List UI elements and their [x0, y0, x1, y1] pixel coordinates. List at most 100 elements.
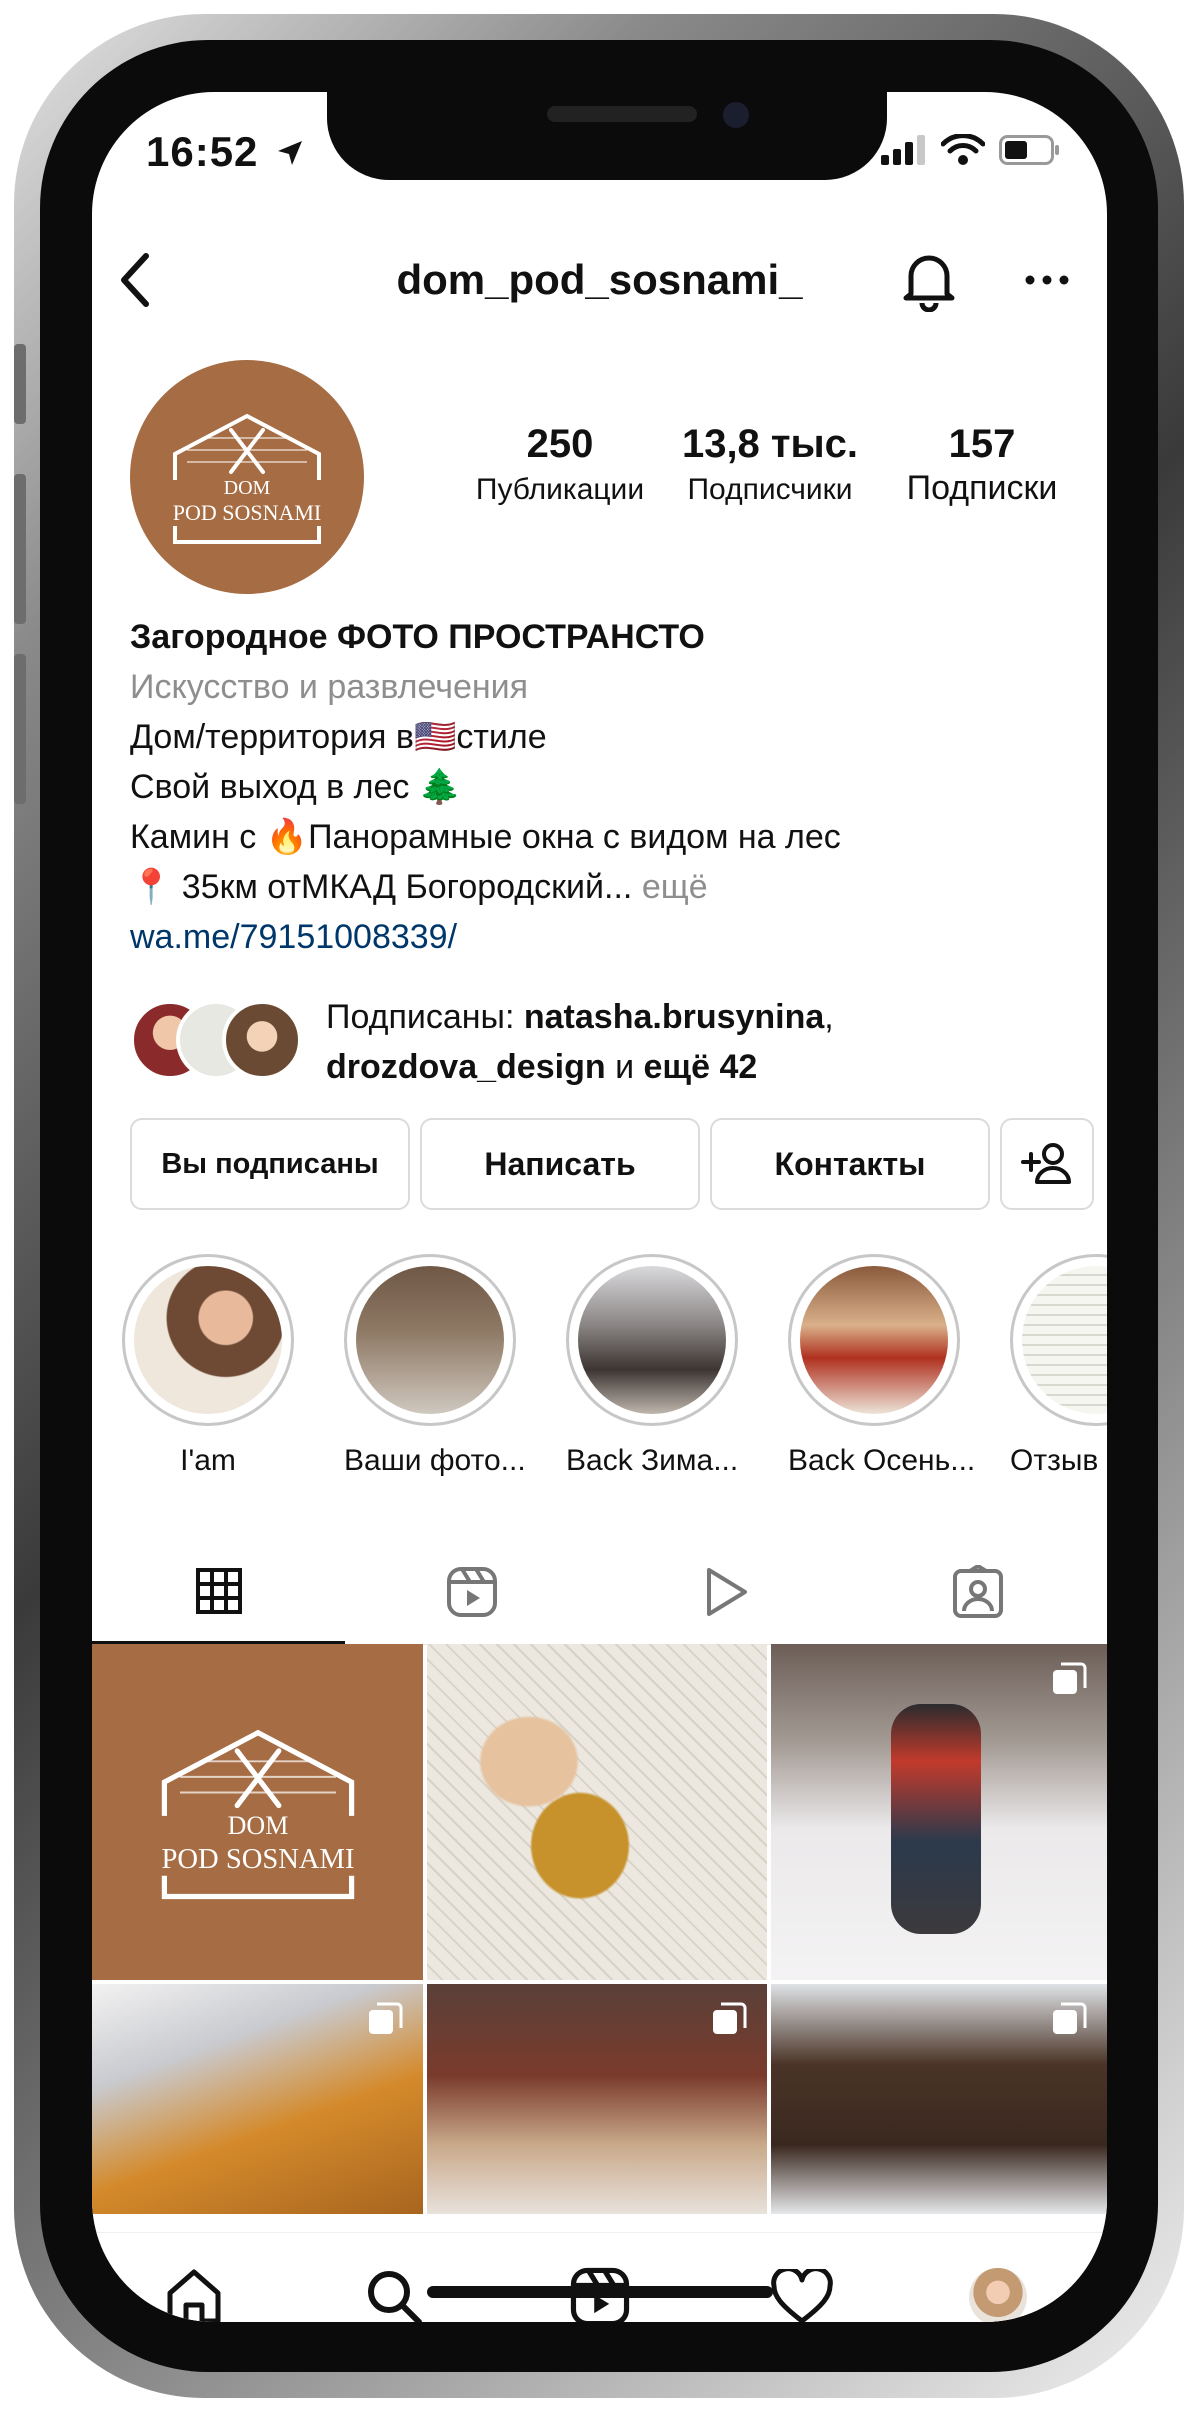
tree-icon: 🌲 — [418, 768, 462, 806]
nav-profile[interactable] — [958, 2257, 1038, 2322]
mute-switch — [14, 344, 26, 424]
bio-line-text: Камин с — [130, 818, 257, 856]
nav-home[interactable] — [154, 2257, 234, 2322]
grid-post[interactable] — [771, 1644, 1107, 1980]
stat-following[interactable]: 157 Подписки — [882, 422, 1082, 508]
stat-posts-label: Публикации — [475, 473, 645, 506]
bottom-navigation — [92, 2232, 1107, 2322]
cellular-signal-icon — [881, 135, 925, 165]
highlight-label: Ваши фото... — [344, 1444, 526, 1477]
home-icon — [167, 2269, 221, 2322]
carousel-icon — [369, 2002, 403, 2034]
bio-line: Камин с 🔥Панорамные окна с видом на лес — [130, 812, 1070, 862]
highlight-label: Back Осень... — [788, 1444, 976, 1477]
grid-post[interactable] — [427, 1644, 767, 1980]
followed-by-prefix: Подписаны: — [326, 998, 515, 1036]
contacts-button[interactable]: Контакты — [710, 1118, 990, 1210]
highlight-cover — [1022, 1266, 1107, 1414]
bio-website-link[interactable]: wa.me/79151008339/ — [130, 912, 1070, 962]
stat-posts[interactable]: 250 Публикации — [460, 422, 660, 507]
profile-avatar[interactable]: DOM POD SOSNAMI — [130, 360, 364, 594]
heart-icon — [771, 2269, 833, 2322]
highlight-cover — [578, 1266, 726, 1414]
highlight-label: Back Зима... — [566, 1444, 739, 1477]
tab-videos[interactable] — [598, 1540, 851, 1644]
highlight-item[interactable]: Back Осень... — [788, 1254, 976, 1478]
stat-following-value: 157 — [948, 422, 1016, 466]
followed-by-rest[interactable]: ещё 42 — [644, 1048, 758, 1086]
screen: 16:52 dom_pod_sosnami_ DOM POD SOSNAMI 2… — [92, 92, 1107, 2322]
status-time-text: 16:52 — [146, 128, 259, 175]
highlight-ring — [344, 1254, 516, 1426]
bio-line-text: 35км отМКАД Богородский... — [181, 868, 633, 906]
highlight-item[interactable]: Back Зима... — [566, 1254, 738, 1478]
highlight-item[interactable]: I'am — [122, 1254, 294, 1478]
tab-posts[interactable] — [92, 1540, 345, 1644]
stat-posts-value: 250 — [526, 422, 594, 466]
highlight-cover — [800, 1266, 948, 1414]
us-flag-icon: 🇺🇸 — [413, 718, 457, 756]
profile-bio: Загородное ФОТО ПРОСТРАНСТО Искусство и … — [130, 612, 1070, 962]
followed-by-separator: , — [824, 998, 834, 1036]
volume-down-button — [14, 654, 26, 804]
pin-icon: 📍 — [130, 868, 173, 906]
logo-text-dom: DOM — [224, 477, 271, 499]
bio-line-text: Дом/территория в — [130, 718, 414, 756]
highlight-ring — [1010, 1254, 1107, 1426]
tab-reels[interactable] — [345, 1540, 598, 1644]
highlight-item[interactable]: Отзыв — [1010, 1254, 1107, 1478]
followed-by[interactable]: Подписаны: natasha.brusynina, drozdova_d… — [130, 992, 1070, 1092]
carousel-icon — [1053, 2002, 1087, 2034]
grid-icon — [195, 1567, 242, 1614]
bio-name: Загородное ФОТО ПРОСТРАНСТО — [130, 618, 705, 656]
add-person-icon — [1021, 1143, 1071, 1184]
brand-logo: DOM POD SOSNAMI — [161, 1729, 354, 1900]
bell-icon[interactable] — [897, 248, 961, 312]
followed-by-text: Подписаны: natasha.brusynina, drozdova_d… — [326, 992, 834, 1092]
grid-post[interactable] — [92, 1984, 423, 2214]
highlight-ring — [566, 1254, 738, 1426]
battery-icon — [999, 135, 1059, 165]
follower-avatar — [222, 1000, 302, 1080]
more-icon[interactable] — [1022, 250, 1072, 310]
bio-more-link[interactable]: ещё — [642, 868, 708, 906]
grid-post[interactable]: DOM POD SOSNAMI — [92, 1644, 423, 1980]
message-button[interactable]: Написать — [420, 1118, 700, 1210]
bio-line-text: стиле — [456, 718, 547, 756]
highlight-label: Отзыв — [1010, 1444, 1099, 1477]
location-arrow-icon — [278, 141, 303, 165]
status-icons — [881, 134, 1061, 166]
following-button[interactable]: Вы подписаны — [130, 1118, 410, 1210]
followed-by-user[interactable]: drozdova_design — [326, 1048, 606, 1086]
stat-followers[interactable]: 13,8 тыс. Подписчики — [660, 422, 880, 507]
carousel-icon — [713, 2002, 747, 2034]
status-time: 16:52 — [146, 128, 305, 176]
followed-by-and: и — [615, 1048, 635, 1086]
home-indicator — [427, 2286, 773, 2298]
highlight-ring — [122, 1254, 294, 1426]
followed-by-user[interactable]: natasha.brusynina — [524, 998, 824, 1036]
bio-line-text: Свой выход в лес — [130, 768, 410, 806]
logo-text-dom: DOM — [227, 1811, 288, 1840]
front-camera — [723, 102, 749, 128]
nav-activity[interactable] — [762, 2257, 842, 2322]
bio-category[interactable]: Искусство и развлечения — [130, 662, 1070, 712]
highlight-cover — [356, 1266, 504, 1414]
posts-grid: DOM POD SOSNAMI — [92, 1644, 1107, 2214]
stat-followers-label: Подписчики — [687, 473, 853, 506]
tab-tagged[interactable] — [851, 1540, 1104, 1644]
highlight-ring — [788, 1254, 960, 1426]
profile-avatar-small — [969, 2268, 1027, 2322]
volume-up-button — [14, 474, 26, 624]
tagged-icon — [952, 1565, 1003, 1618]
story-highlights: I'am Ваши фото... Back Зима... Back Осен… — [92, 1254, 1107, 1484]
search-icon — [368, 2271, 422, 2322]
grid-post[interactable] — [771, 1984, 1107, 2214]
carousel-icon — [1053, 1662, 1087, 1694]
highlight-item[interactable]: Ваши фото... — [344, 1254, 526, 1478]
nav-search[interactable] — [354, 2257, 434, 2322]
notch — [327, 92, 887, 180]
bio-line: Свой выход в лес 🌲 — [130, 762, 1070, 812]
grid-post[interactable] — [427, 1984, 767, 2214]
suggest-people-button[interactable] — [1000, 1118, 1094, 1210]
